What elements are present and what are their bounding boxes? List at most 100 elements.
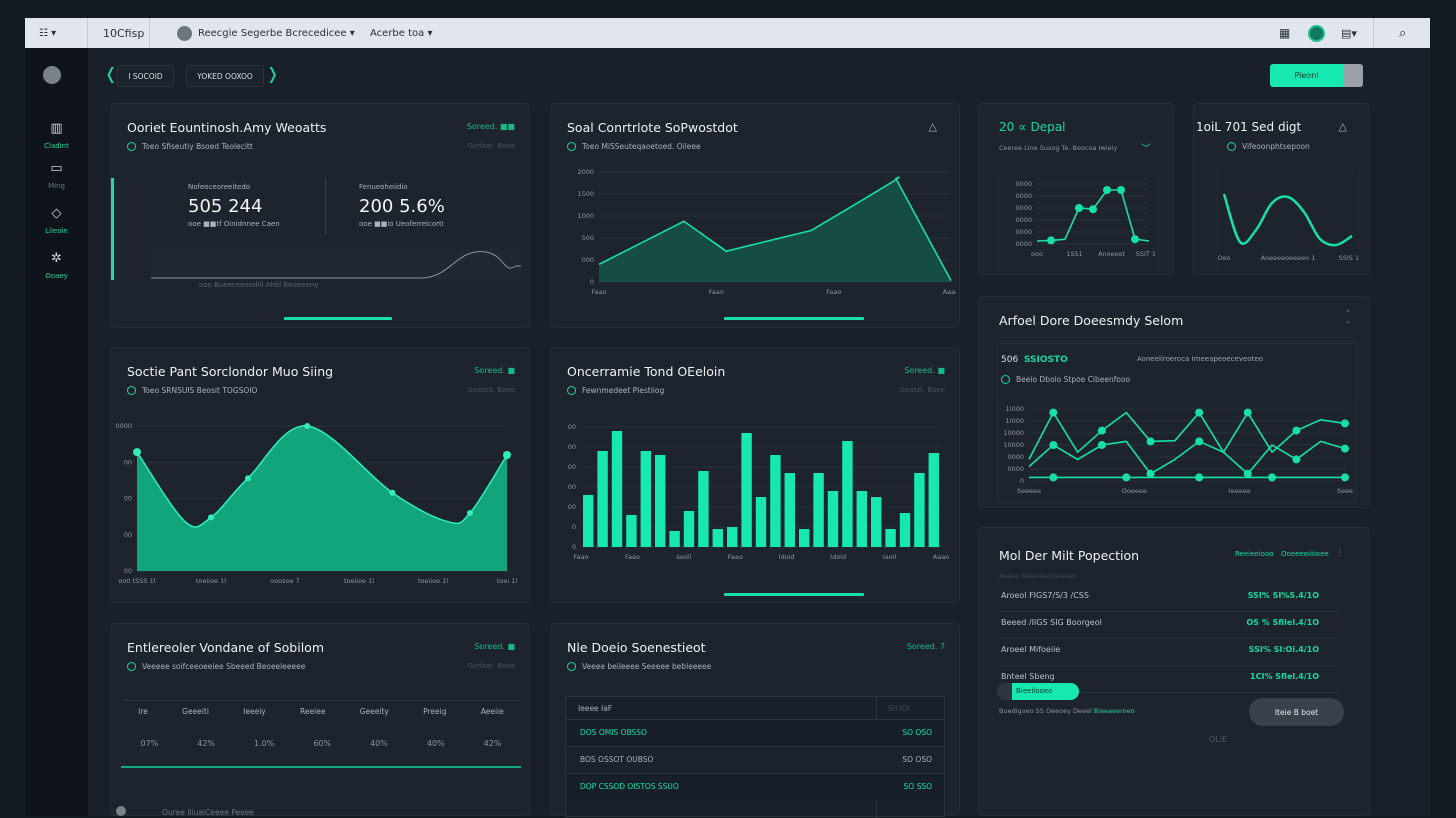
tab-projection-1[interactable]: Reeieeiooo	[1235, 550, 1274, 558]
column-header[interactable]: Reeiee	[300, 707, 325, 716]
primary-button[interactable]: Pieoni	[1270, 64, 1343, 87]
y-tick-label: 00	[568, 423, 576, 431]
card-title: 20 ∝ Depal	[999, 120, 1065, 134]
workspace-dropdown[interactable]: Reecgie Segerbe Bcrecedicee ▾	[177, 18, 355, 48]
footer-avatar[interactable]	[116, 806, 126, 816]
data-point	[1075, 204, 1083, 212]
y-tick-label: 0000	[1015, 216, 1032, 224]
column-header[interactable]: Aeeiie	[481, 707, 504, 716]
next-arrow-icon[interactable]: ❭	[266, 64, 279, 83]
table-row[interactable]: DOS OMIS OBSSOSO OSO	[566, 719, 944, 746]
chevron-down-icon[interactable]: ﹀	[1141, 140, 1151, 155]
search-icon[interactable]: ⌕	[1399, 18, 1406, 48]
card-action[interactable]: Soreed. ■■	[467, 122, 515, 131]
bar	[727, 527, 737, 547]
table-row[interactable]: DOP CSSOD OISTOS SSUOSO SSO	[566, 773, 944, 800]
alert-icon[interactable]: △	[1339, 120, 1347, 133]
list-item[interactable]: Beeed /IIGS SIG BoorgeolOS % Sfilel.4/1O	[999, 612, 1339, 639]
column-header[interactable]: Geeeiti	[182, 707, 209, 716]
card-action[interactable]: Soreed. ■	[474, 366, 515, 375]
y-tick-label: 00	[568, 503, 576, 511]
column-header[interactable]: Ieeeiy	[243, 707, 266, 716]
bar	[871, 497, 881, 547]
reach-chart: 000000000000000000000000ooo1SS1AnoeeetSS…	[997, 170, 1159, 270]
data-point	[1117, 186, 1125, 194]
list-item[interactable]: Aroeel MifoeiieSSI% SI:Oi.4/1O	[999, 639, 1339, 666]
data-point	[1131, 235, 1139, 243]
kpi-label: Nofeoceoreeitedo	[188, 183, 250, 191]
card-title: Oncerramie Tond OEeloin	[567, 364, 725, 379]
data-point	[1268, 473, 1276, 481]
data-point	[1147, 470, 1155, 478]
sidebar-item-settings[interactable]: ✲Ooaey	[25, 251, 88, 280]
y-tick-label: 500	[582, 234, 594, 242]
x-tick-label: Faao	[591, 288, 606, 296]
action-button[interactable]: Iteie B boet	[1249, 698, 1344, 726]
scroll-indicator[interactable]	[724, 317, 864, 320]
card-title: Soctie Pant Sorclondor Muo Siing	[127, 364, 333, 379]
calendar-button[interactable]	[1343, 64, 1363, 87]
tab-2[interactable]: YOKED OOXOO	[186, 65, 264, 87]
card-action[interactable]: Soreed. ■	[904, 366, 945, 375]
card-action[interactable]: Soreed. 7	[907, 642, 945, 651]
x-tick-label: Idoid	[779, 553, 795, 561]
footnote-link[interactable]: Bieeaeeroeo	[1094, 707, 1135, 715]
pager[interactable]: OLIE	[1209, 735, 1227, 744]
x-tick-label: Anoeeet	[1098, 250, 1126, 258]
prev-arrow-icon[interactable]: ❬	[104, 64, 117, 83]
user-avatar[interactable]	[1308, 18, 1325, 48]
alert-icon[interactable]: △	[929, 120, 937, 133]
kpi-note: ooe ■■tf Oinidnnee Caen	[188, 220, 280, 228]
data-point	[1341, 445, 1349, 453]
card-meta: Geatel. Boee	[900, 386, 945, 394]
bar	[813, 473, 823, 547]
sidebar-item-dashboard[interactable]: ▥Cladint	[25, 121, 88, 150]
list-item[interactable]: Aroeol FIGS7/S/3 /CSSSSI% SI%S.4/1O	[999, 585, 1339, 612]
data-point	[1049, 441, 1057, 449]
activity-note: Aoneeliroeroca Imeeapeoeceveoteo	[1137, 355, 1263, 363]
card-meta: Geated. Boee	[467, 386, 515, 394]
sort-icon[interactable]: ⌃⌄	[1345, 309, 1351, 325]
x-tick-label: Faao	[826, 288, 841, 296]
card-title: Mol Der Milt Popection	[999, 548, 1139, 563]
card-meta: Gretkel. Boee	[468, 142, 515, 150]
card-action[interactable]: Soreed. ■	[474, 642, 515, 651]
y-tick-label: 00	[568, 463, 576, 471]
trend-chart: 000000000000FaaoFaaoIaoiilFaaoIdoidIdoid…	[561, 422, 953, 562]
data-point	[1089, 205, 1097, 213]
x-tick-label: Aoeeeeoeeeeo 1	[1261, 254, 1315, 262]
table-row[interactable]: BOS OSSOT OUBSOSO OSO	[566, 746, 944, 773]
filter-dropdown[interactable]: Acerbe toa ▾	[370, 18, 432, 48]
trend-card: Oncerramie Tond OEeloin Soreed. ■ Fewnme…	[550, 347, 960, 603]
kpi-value: 505 244	[188, 196, 262, 217]
y-tick-label: 1I000	[1006, 417, 1024, 425]
tab-projection-2[interactable]: Ooeeeeiiiioee	[1281, 550, 1329, 558]
x-tick-label: Faao	[709, 288, 724, 296]
y-tick-label: 0000	[1015, 180, 1032, 188]
x-tick-label: Seee	[1337, 487, 1353, 495]
calendar-icon[interactable]: ▤▾	[1341, 18, 1357, 48]
scroll-indicator[interactable]	[284, 317, 392, 320]
menu-button[interactable]: ☷ ▾	[39, 18, 56, 48]
sidebar-item-monitor[interactable]: ▭Ming	[25, 161, 88, 190]
grid-icon[interactable]: ▦	[1279, 18, 1290, 48]
footnote: Buedigoeo SS Oeeoey Deeel Bieeaeeroeo	[999, 707, 1135, 715]
sidebar-item-tags[interactable]: ◇Lileoin	[25, 206, 88, 235]
bar	[597, 451, 607, 547]
scroll-indicator[interactable]	[724, 593, 864, 596]
tab-1[interactable]: I SOCOID	[117, 65, 174, 87]
more-icon[interactable]: ⋮	[1335, 548, 1344, 558]
y-tick-label: 1500	[577, 190, 594, 198]
profile-avatar[interactable]	[43, 66, 61, 84]
y-tick-label: 000	[582, 256, 594, 264]
y-tick-label: 2000	[577, 168, 594, 176]
x-tick-label: Oeo	[1217, 254, 1230, 262]
column-header[interactable]: Ire	[138, 707, 148, 716]
column-header[interactable]: Geeeity	[360, 707, 389, 716]
card-title: Arfoel Dore Doeesmdy Selom	[999, 313, 1183, 328]
x-tick-label: ooo	[1031, 250, 1043, 258]
toggle-switch[interactable]: Bieeilooeo	[997, 683, 1079, 700]
column-header[interactable]: Preeig	[423, 707, 446, 716]
y-tick-label: 0000	[1007, 465, 1024, 473]
table-cell: 40%	[370, 739, 388, 748]
